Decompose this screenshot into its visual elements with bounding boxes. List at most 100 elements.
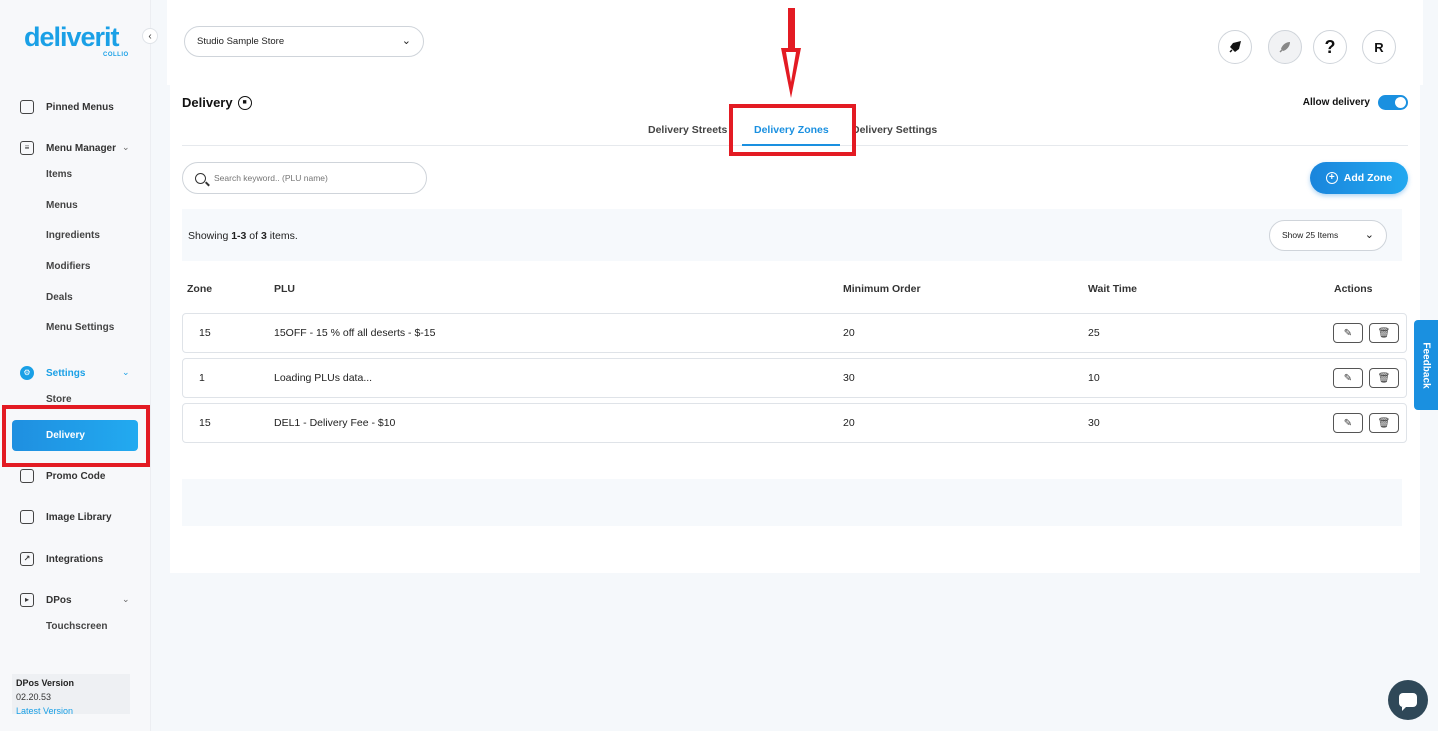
search-icon xyxy=(195,172,206,184)
pencil-icon: ✎ xyxy=(1343,372,1353,384)
menu-icon: ≡ xyxy=(20,141,34,155)
sidebar-item-modifiers[interactable]: Modifiers xyxy=(46,261,90,272)
sidebar-item-promo-code[interactable]: Promo Code xyxy=(20,468,105,484)
table-row: 15 DEL1 - Delivery Fee - $10 20 30 ✎ 🗑 xyxy=(182,403,1407,443)
delete-button[interactable]: 🗑 xyxy=(1369,413,1399,433)
page-title: Delivery ■ xyxy=(182,95,252,110)
results-prefix: Showing xyxy=(188,230,232,242)
sidebar-item-image-library[interactable]: Image Library xyxy=(20,509,112,525)
chevron-down-icon[interactable]: ⌄ xyxy=(122,367,130,378)
add-zone-button[interactable]: + Add Zone xyxy=(1310,162,1408,194)
chat-icon xyxy=(1399,693,1417,711)
plus-circle-icon: + xyxy=(1325,172,1338,184)
highlight-box-sidebar xyxy=(2,405,150,467)
cell-min-order: 30 xyxy=(843,372,855,384)
sidebar-item-ingredients[interactable]: Ingredients xyxy=(46,230,100,241)
sidebar-item-menus[interactable]: Menus xyxy=(46,200,78,211)
results-suffix: items. xyxy=(266,230,298,242)
highlight-box-tab xyxy=(729,104,856,156)
sidebar-item-pinned-menus[interactable]: Pinned Menus xyxy=(20,99,114,115)
search-field[interactable] xyxy=(182,162,427,194)
ticket-icon xyxy=(20,469,34,483)
results-range: 1-3 xyxy=(231,230,247,242)
edit-button[interactable]: ✎ xyxy=(1333,413,1363,433)
sidebar-item-touchscreen[interactable]: Touchscreen xyxy=(46,621,108,632)
main-card: Delivery ■ Allow delivery Delivery Stree… xyxy=(170,85,1420,573)
column-header-zone: Zone xyxy=(187,283,213,295)
chevron-down-icon[interactable]: ⌄ xyxy=(122,142,130,153)
help-button[interactable]: ? xyxy=(1313,30,1347,64)
chevron-down-icon: ⌄ xyxy=(1364,229,1374,241)
notifications-button[interactable] xyxy=(1218,30,1252,64)
tab-delivery-streets[interactable]: Delivery Streets xyxy=(648,124,727,136)
allow-delivery-label: Allow delivery xyxy=(1302,97,1370,108)
table-row: 1 Loading PLUs data... 30 10 ✎ 🗑 xyxy=(182,358,1407,398)
sidebar-item-dpos[interactable]: ▸ DPos xyxy=(20,592,72,608)
results-info-bar: Showing 1-3 of 3 items. Show 25 Items ⌄ xyxy=(182,209,1402,261)
integration-icon: ↗ xyxy=(20,552,34,566)
chevron-down-icon[interactable]: ⌄ xyxy=(122,594,130,605)
pos-icon: ▸ xyxy=(20,593,34,607)
table-row: 15 15OFF - 15 % off all deserts - $-15 2… xyxy=(182,313,1407,353)
rocket-icon xyxy=(1229,41,1241,53)
cell-min-order: 20 xyxy=(843,417,855,429)
column-header-minimum-order: Minimum Order xyxy=(843,283,921,295)
gear-icon: ⚙ xyxy=(20,366,34,380)
collapse-sidebar-button[interactable]: ‹ xyxy=(142,28,158,44)
version-box: DPos Version 02.20.53 Latest Version xyxy=(12,674,130,716)
sidebar-item-menu-settings[interactable]: Menu Settings xyxy=(46,322,114,333)
sidebar-item-label: Settings xyxy=(46,367,86,379)
chat-button[interactable] xyxy=(1388,680,1428,720)
cell-plu: Loading PLUs data... xyxy=(274,372,373,384)
latest-version-link[interactable]: Latest Version xyxy=(16,704,126,718)
cell-zone: 15 xyxy=(199,417,211,429)
column-header-plu: PLU xyxy=(274,283,295,295)
cell-wait-time: 25 xyxy=(1088,327,1100,339)
sidebar-item-integrations[interactable]: ↗ Integrations xyxy=(20,551,103,567)
sidebar-item-store[interactable]: Store xyxy=(46,394,72,405)
trash-icon: 🗑 xyxy=(1377,417,1391,429)
brand-logo[interactable]: deliverit COLLIO xyxy=(24,22,128,58)
pin-icon[interactable]: ■ xyxy=(237,95,252,110)
allow-delivery-toggle[interactable] xyxy=(1378,95,1408,110)
user-avatar[interactable]: R xyxy=(1362,30,1396,64)
cell-min-order: 20 xyxy=(843,327,855,339)
pagination-bar xyxy=(182,479,1402,526)
column-header-actions: Actions xyxy=(1334,283,1373,295)
sidebar-item-menu-manager[interactable]: ≡ Menu Manager xyxy=(20,140,116,156)
sidebar-item-label: Image Library xyxy=(46,511,112,523)
store-selector-value: Studio Sample Store xyxy=(197,36,285,47)
trash-icon: 🗑 xyxy=(1377,327,1391,339)
bookmark-icon xyxy=(20,100,34,114)
edit-button[interactable]: ✎ xyxy=(1333,323,1363,343)
feedback-tab[interactable]: Feedback xyxy=(1414,320,1438,410)
column-header-wait-time: Wait Time xyxy=(1088,283,1138,295)
sidebar-item-items[interactable]: Items xyxy=(46,169,72,180)
sidebar-item-label: DPos xyxy=(46,594,72,606)
tab-delivery-settings[interactable]: Delivery Settings xyxy=(852,124,937,136)
sidebar-item-deals[interactable]: Deals xyxy=(46,292,73,303)
brand-name: deliverit xyxy=(24,22,120,52)
allow-delivery: Allow delivery xyxy=(1303,95,1408,110)
launch-button[interactable] xyxy=(1268,30,1302,64)
sidebar-item-label: Integrations xyxy=(46,553,104,565)
image-icon xyxy=(20,510,34,524)
delete-button[interactable]: 🗑 xyxy=(1369,368,1399,388)
chevron-down-icon: ⌄ xyxy=(401,35,411,47)
cell-wait-time: 10 xyxy=(1088,372,1100,384)
cell-zone: 1 xyxy=(199,372,205,384)
page-size-select[interactable]: Show 25 Items ⌄ xyxy=(1269,220,1387,251)
delete-button[interactable]: 🗑 xyxy=(1369,323,1399,343)
store-selector[interactable]: Studio Sample Store ⌄ xyxy=(184,26,424,57)
launch-icon xyxy=(1279,42,1290,53)
annotation-arrow-inner xyxy=(786,52,796,82)
pencil-icon: ✎ xyxy=(1343,417,1353,429)
edit-button[interactable]: ✎ xyxy=(1333,368,1363,388)
sidebar-item-settings[interactable]: ⚙ Settings xyxy=(20,365,85,381)
sidebar-item-label: Promo Code xyxy=(46,470,106,482)
sidebar-item-label: Menu Manager xyxy=(46,142,117,154)
feedback-label: Feedback xyxy=(1420,341,1432,389)
results-count: Showing 1-3 of 3 items. xyxy=(188,230,298,242)
search-input[interactable] xyxy=(214,173,414,183)
results-mid: of xyxy=(246,230,261,242)
